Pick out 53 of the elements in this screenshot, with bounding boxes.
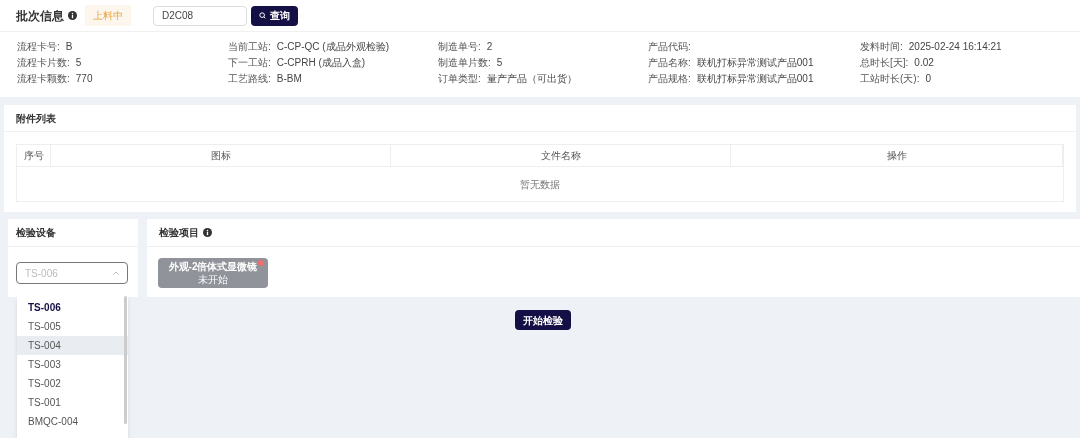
column-header: 操作 [886, 149, 907, 163]
field-label: 工艺路线: [228, 72, 271, 86]
field-value: 0.02 [914, 56, 934, 70]
column-header: 文件名称 [540, 149, 581, 163]
field-value: 2 [486, 40, 493, 54]
field-label: 产品规格: [648, 72, 691, 86]
field-label: 下一工站: [228, 56, 271, 70]
field-value: 2025-02-24 16:14:21 [908, 40, 1002, 54]
field-value: 量产产品（可出货） [486, 72, 577, 86]
search-button[interactable]: 查询 [251, 5, 298, 26]
field-label: 流程卡颗数: [17, 72, 70, 86]
card-title: 检验项目 [159, 226, 199, 240]
field-value: C-CP-QC (成品外观检验) [276, 40, 389, 54]
field-label: 发料时间: [860, 40, 903, 54]
field-value: 5 [496, 56, 503, 70]
dropdown-option[interactable]: TS-005 [17, 317, 128, 336]
search-field[interactable]: D2C08 [153, 5, 247, 26]
field-label: 产品代码: [648, 40, 691, 54]
field-value: B-BM [276, 72, 302, 86]
field-value: 0 [925, 72, 931, 86]
card-title: 附件列表 [16, 111, 56, 126]
field-label: 流程卡片数: [17, 56, 70, 70]
field-label: 产品名称: [648, 56, 691, 70]
field-label: 总时长[天]: [860, 56, 909, 70]
search-icon [259, 12, 266, 19]
dropdown-option[interactable]: TS-004 [17, 336, 128, 355]
dropdown-option[interactable]: TS-002 [17, 374, 128, 393]
field-label: 订单类型: [438, 72, 481, 86]
field-value: C-CPRH (成品入盒) [276, 56, 366, 70]
field-value: 联机打标异常测试产品001 [696, 72, 814, 86]
card-title: 检验设备 [16, 226, 56, 240]
field-label: 制造单号: [438, 40, 481, 54]
field-value: 5 [75, 56, 82, 70]
column-header: 序号 [23, 149, 44, 163]
field-label: 制造单片数: [438, 56, 491, 70]
field-label: 工站时长(天): [860, 72, 920, 86]
field-value: B [65, 40, 73, 54]
card-title: 批次信息 [16, 7, 64, 25]
dropdown-option[interactable]: TS-003 [17, 355, 128, 374]
status-badge: 上料中 [85, 5, 131, 26]
column-header: 图标 [210, 149, 231, 163]
dropdown-option[interactable]: TS-006 [17, 298, 128, 317]
dropdown-option[interactable]: TS-001 [17, 393, 128, 412]
field-label: 当前工站: [228, 40, 271, 54]
info-icon [203, 228, 212, 237]
start-button[interactable]: 开始检验 [515, 310, 571, 330]
dropdown-option[interactable]: BMQC-004 [17, 412, 128, 431]
chevron-icon [113, 271, 119, 275]
field-value: 联机打标异常测试产品001 [696, 56, 814, 70]
empty-message: 暂无数据 [520, 177, 560, 192]
field-value: 770 [75, 72, 93, 86]
field-label: 流程卡号: [17, 40, 60, 54]
info-icon [68, 11, 77, 20]
